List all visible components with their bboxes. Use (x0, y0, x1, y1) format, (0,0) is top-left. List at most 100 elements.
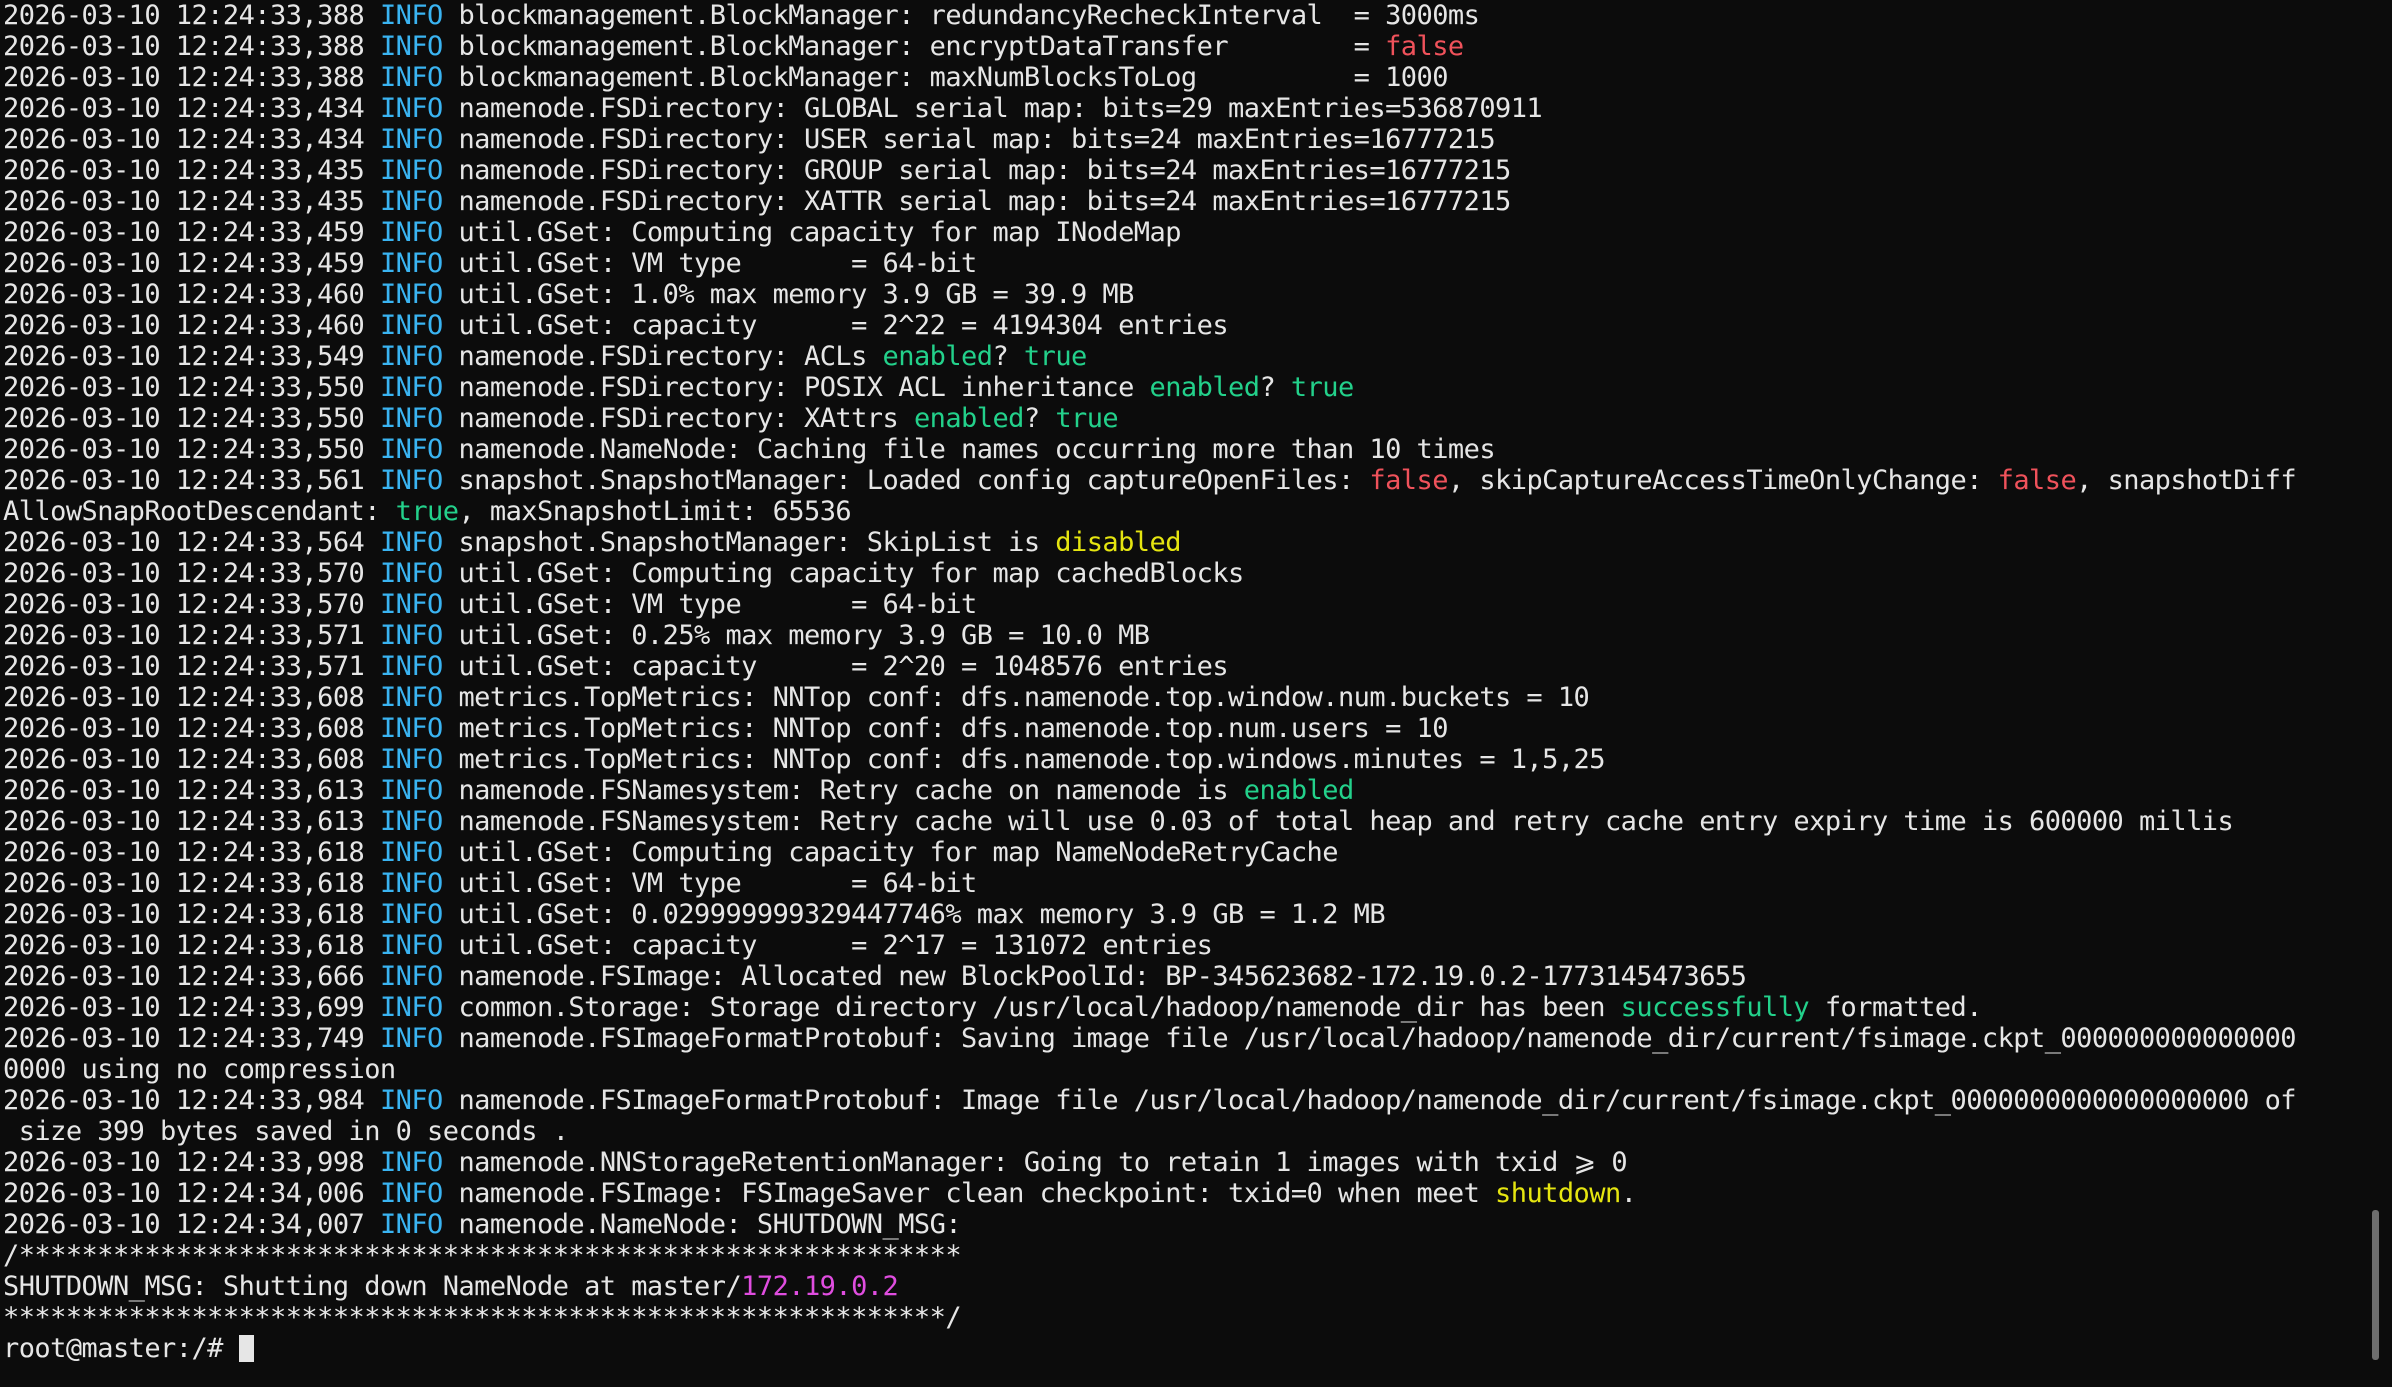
log-text: blockmanagement.BlockManager: redundancy… (442, 0, 1480, 31)
log-line: 2026-03-10 12:24:33,550 INFO namenode.FS… (3, 372, 2355, 403)
log-level: INFO (379, 527, 443, 558)
log-text: 2026-03-10 12:24:33,564 (3, 527, 380, 558)
log-text: namenode.NameNode: SHUTDOWN_MSG: (442, 1209, 962, 1240)
log-text: 2026-03-10 12:24:33,388 (3, 0, 380, 31)
log-text: util.GSet: Computing capacity for map Na… (442, 837, 1338, 868)
log-level: INFO (379, 124, 443, 155)
log-text: false (1385, 31, 1464, 62)
log-line: 2026-03-10 12:24:33,608 INFO metrics.Top… (3, 682, 2355, 713)
log-level: INFO (379, 837, 443, 868)
log-text: true (1023, 341, 1087, 372)
log-text: util.GSet: 0.029999999329447746% max mem… (442, 899, 1386, 930)
log-text: util.GSet: Computing capacity for map IN… (442, 217, 1181, 248)
log-line: 2026-03-10 12:24:33,749 INFO namenode.FS… (3, 1023, 2355, 1054)
log-text: 2026-03-10 12:24:33,434 (3, 93, 380, 124)
log-level: INFO (379, 1178, 443, 1209)
log-level: INFO (379, 868, 443, 899)
log-level: INFO (379, 713, 443, 744)
scrollbar-thumb[interactable] (2372, 1210, 2379, 1360)
log-level: INFO (379, 1085, 443, 1116)
log-text: 2026-03-10 12:24:33,613 (3, 806, 380, 837)
terminal-window[interactable]: 2026-03-10 12:24:33,388 INFO blockmanage… (0, 0, 2360, 1387)
log-text: size 399 bytes saved in 0 seconds . (3, 1116, 569, 1147)
log-text: 2026-03-10 12:24:33,571 (3, 651, 380, 682)
log-text: namenode.NNStorageRetentionManager: Goin… (442, 1147, 1628, 1178)
log-text: false (1997, 465, 2077, 496)
log-level: INFO (379, 0, 443, 31)
log-level: INFO (379, 279, 443, 310)
log-level: INFO (379, 465, 443, 496)
log-text: 2026-03-10 12:24:33,459 (3, 248, 380, 279)
log-text: 2026-03-10 12:24:33,434 (3, 124, 380, 155)
log-text: metrics.TopMetrics: NNTop conf: dfs.name… (442, 713, 1448, 744)
log-line: 2026-03-10 12:24:33,618 INFO util.GSet: … (3, 930, 2355, 961)
log-text: namenode.FSImageFormatProtobuf: Saving i… (442, 1023, 2297, 1054)
log-text: namenode.FSDirectory: GROUP serial map: … (442, 155, 1511, 186)
text-cursor[interactable] (238, 1335, 254, 1362)
log-text: 2026-03-10 12:24:33,388 (3, 62, 380, 93)
log-line: 2026-03-10 12:24:33,564 INFO snapshot.Sn… (3, 527, 2355, 558)
log-text: 0000 using no compression (3, 1054, 396, 1085)
log-text: enabled (1149, 372, 1261, 403)
log-line: 2026-03-10 12:24:33,388 INFO blockmanage… (3, 31, 2355, 62)
log-level: INFO (379, 744, 443, 775)
log-text: . (1620, 1178, 1637, 1209)
log-text: 2026-03-10 12:24:33,388 (3, 31, 380, 62)
log-line: 2026-03-10 12:24:33,460 INFO util.GSet: … (3, 279, 2355, 310)
log-line: 2026-03-10 12:24:33,435 INFO namenode.FS… (3, 186, 2355, 217)
log-level: INFO (379, 806, 443, 837)
log-line: 2026-03-10 12:24:33,561 INFO snapshot.Sn… (3, 465, 2355, 496)
log-line: 2026-03-10 12:24:33,570 INFO util.GSet: … (3, 558, 2355, 589)
log-level: INFO (379, 217, 443, 248)
log-line: 2026-03-10 12:24:33,571 INFO util.GSet: … (3, 651, 2355, 682)
log-text: util.GSet: capacity = 2^22 = 4194304 ent… (442, 310, 1229, 341)
log-line: 2026-03-10 12:24:33,570 INFO util.GSet: … (3, 589, 2355, 620)
log-line: AllowSnapRootDescendant: true, maxSnapsh… (3, 496, 2355, 527)
log-text: 2026-03-10 12:24:33,618 (3, 930, 380, 961)
log-text: ? (992, 341, 1024, 372)
log-text: , skipCaptureAccessTimeOnlyChange: (1447, 465, 1998, 496)
log-text: namenode.FSNamesystem: Retry cache will … (442, 806, 2234, 837)
log-text: 2026-03-10 12:24:33,618 (3, 837, 380, 868)
log-line: 2026-03-10 12:24:33,571 INFO util.GSet: … (3, 620, 2355, 651)
log-text: /***************************************… (3, 1240, 962, 1271)
log-text: 2026-03-10 12:24:34,007 (3, 1209, 380, 1240)
log-line: 2026-03-10 12:24:34,007 INFO namenode.Na… (3, 1209, 2355, 1240)
log-text: true (395, 496, 459, 527)
log-line: 2026-03-10 12:24:33,618 INFO util.GSet: … (3, 899, 2355, 930)
log-text: namenode.FSDirectory: XAttrs (442, 403, 914, 434)
log-text: metrics.TopMetrics: NNTop conf: dfs.name… (442, 682, 1590, 713)
log-text: 2026-03-10 12:24:33,435 (3, 186, 380, 217)
log-level: INFO (379, 186, 443, 217)
log-line: size 399 bytes saved in 0 seconds . (3, 1116, 2355, 1147)
log-text: namenode.FSImage: Allocated new BlockPoo… (442, 961, 1747, 992)
log-line: 2026-03-10 12:24:33,435 INFO namenode.FS… (3, 155, 2355, 186)
log-text: namenode.FSDirectory: XATTR serial map: … (442, 186, 1511, 217)
log-line: 2026-03-10 12:24:33,388 INFO blockmanage… (3, 0, 2355, 31)
log-level: INFO (379, 992, 443, 1023)
log-line: 2026-03-10 12:24:33,608 INFO metrics.Top… (3, 713, 2355, 744)
log-text: 2026-03-10 12:24:33,613 (3, 775, 380, 806)
log-text: enabled (1243, 775, 1355, 806)
log-line: 2026-03-10 12:24:33,550 INFO namenode.Na… (3, 434, 2355, 465)
log-text: namenode.FSDirectory: ACLs (442, 341, 883, 372)
log-text: 2026-03-10 12:24:33,549 (3, 341, 380, 372)
prompt-line[interactable]: root@master:/# (3, 1333, 2355, 1364)
log-level: INFO (379, 589, 443, 620)
scrollbar-track[interactable] (2360, 0, 2392, 1387)
log-level: INFO (379, 310, 443, 341)
log-text: blockmanagement.BlockManager: maxNumBloc… (442, 62, 1448, 93)
log-text: 2026-03-10 12:24:34,006 (3, 1178, 380, 1209)
log-line: 2026-03-10 12:24:33,550 INFO namenode.FS… (3, 403, 2355, 434)
log-text: 2026-03-10 12:24:33,666 (3, 961, 380, 992)
log-level: INFO (379, 341, 443, 372)
log-text: SHUTDOWN_MSG: Shutting down NameNode at … (3, 1271, 742, 1302)
log-text: namenode.FSImage: FSImageSaver clean che… (442, 1178, 1496, 1209)
log-line: 2026-03-10 12:24:34,006 INFO namenode.FS… (3, 1178, 2355, 1209)
log-text: 2026-03-10 12:24:33,459 (3, 217, 380, 248)
log-text: util.GSet: Computing capacity for map ca… (442, 558, 1244, 589)
log-level: INFO (379, 930, 443, 961)
log-text: 2026-03-10 12:24:33,570 (3, 589, 380, 620)
log-text: enabled (913, 403, 1025, 434)
log-level: INFO (379, 155, 443, 186)
